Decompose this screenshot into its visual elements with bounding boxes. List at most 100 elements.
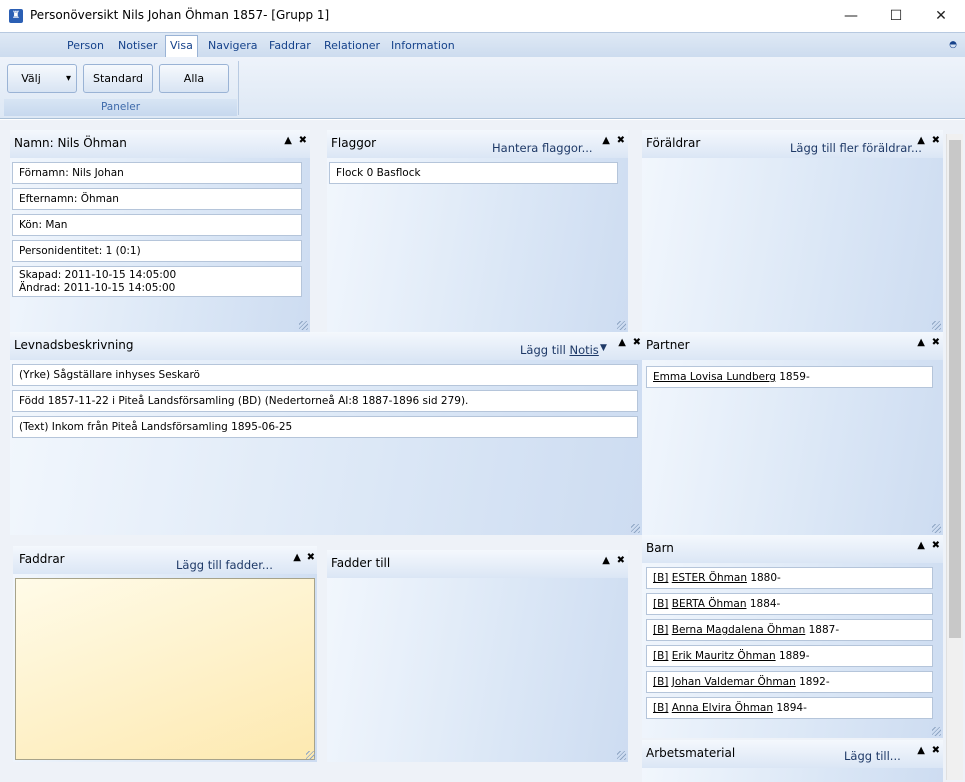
child-tag-link[interactable]: [B] — [653, 676, 668, 688]
child-name-link[interactable]: Anna Elvira Öhman — [672, 702, 773, 714]
resize-grip[interactable] — [932, 524, 941, 533]
resize-grip[interactable] — [932, 321, 941, 330]
tab-visa[interactable]: Visa — [165, 35, 198, 58]
panel-header: Barn ▲ ✖ — [642, 535, 943, 563]
resize-grip[interactable] — [631, 524, 640, 533]
personidentitet-field[interactable]: Personidentitet: 1 (0:1) — [12, 240, 302, 262]
dates-field: Skapad: 2011-10-15 14:05:00 Ändrad: 2011… — [12, 266, 302, 297]
child-item[interactable]: [B] ESTER Öhman 1880- — [646, 567, 933, 589]
resize-grip[interactable] — [932, 727, 941, 736]
standard-button[interactable]: Standard — [83, 64, 153, 93]
resize-grip[interactable] — [617, 751, 626, 760]
panel-header: Partner ▲ ✖ — [642, 332, 943, 360]
fornamn-field[interactable]: Förnamn: Nils Johan — [12, 162, 302, 184]
panel-up-icon[interactable]: ▲ — [293, 552, 301, 563]
tab-person[interactable]: Person — [67, 39, 104, 52]
kon-field[interactable]: Kön: Man — [12, 214, 302, 236]
note-dropdown-icon[interactable]: ▼ — [600, 343, 607, 353]
child-tag-link[interactable]: [B] — [653, 624, 668, 636]
child-year: 1889- — [778, 650, 810, 662]
panel-close-icon[interactable]: ✖ — [617, 135, 625, 146]
panel-close-icon[interactable]: ✖ — [299, 135, 307, 146]
resize-grip[interactable] — [306, 751, 315, 760]
child-name-link[interactable]: BERTA Öhman — [672, 598, 747, 610]
panel-close-icon[interactable]: ✖ — [932, 337, 940, 348]
child-tag-link[interactable]: [B] — [653, 702, 668, 714]
child-tag-link[interactable]: [B] — [653, 598, 668, 610]
partner-name-link[interactable]: Emma Lovisa Lundberg — [653, 371, 776, 383]
tab-navigera[interactable]: Navigera — [208, 39, 258, 52]
efternamn-field[interactable]: Efternamn: Öhman — [12, 188, 302, 210]
alla-button[interactable]: Alla — [159, 64, 229, 93]
panel-up-icon[interactable]: ▲ — [602, 135, 610, 146]
ribbon-tab-bar: Person Notiser Visa Navigera Faddrar Rel… — [0, 32, 965, 58]
child-name-link[interactable]: Berna Magdalena Öhman — [672, 624, 806, 636]
panel-up-icon[interactable]: ▲ — [602, 555, 610, 566]
partner-year: 1859- — [779, 371, 810, 383]
panel-up-icon[interactable]: ▲ — [917, 337, 925, 348]
child-item[interactable]: [B] Anna Elvira Öhman 1894- — [646, 697, 933, 719]
child-tag-link[interactable]: [B] — [653, 572, 668, 584]
panel-title: Faddrar — [19, 552, 65, 566]
panel-up-icon[interactable]: ▲ — [917, 745, 925, 756]
valj-label: Välj — [21, 72, 41, 85]
child-name-link[interactable]: Johan Valdemar Öhman — [672, 676, 796, 688]
child-year: 1894- — [776, 702, 807, 714]
tab-faddrar[interactable]: Faddrar — [269, 39, 311, 52]
sponsor-list[interactable] — [15, 578, 315, 760]
panel-header: Föräldrar Lägg till fler föräldrar... ▲ … — [642, 130, 943, 158]
panel-up-icon[interactable]: ▲ — [284, 135, 292, 146]
scrollbar-thumb[interactable] — [949, 140, 961, 638]
panel-header: Levnadsbeskrivning Lägg till Notis ▼ ▲ ✖ — [10, 332, 642, 360]
close-window-button[interactable]: ✕ — [918, 0, 964, 32]
child-item[interactable]: [B] Johan Valdemar Öhman 1892- — [646, 671, 933, 693]
panel-close-icon[interactable]: ✖ — [617, 555, 625, 566]
add-note-link[interactable]: Lägg till Notis — [520, 343, 599, 357]
event-item[interactable]: (Text) Inkom från Piteå Landsförsamling … — [12, 416, 638, 438]
add-parents-link[interactable]: Lägg till fler föräldrar... — [790, 141, 922, 155]
app-icon: ♜ — [9, 9, 23, 23]
child-item[interactable]: [B] Berna Magdalena Öhman 1887- — [646, 619, 933, 641]
add-material-link[interactable]: Lägg till... — [844, 749, 901, 763]
child-year: 1880- — [750, 572, 781, 584]
ribbon-panel: Välj ▾ Standard Alla Paneler — [0, 57, 965, 119]
panel-close-icon[interactable]: ✖ — [307, 552, 315, 563]
panel-up-icon[interactable]: ▲ — [917, 135, 925, 146]
child-year: 1884- — [749, 598, 781, 610]
panel-flaggor: Flaggor Hantera flaggor... ▲ ✖ Flock 0 B… — [327, 130, 628, 332]
panel-up-icon[interactable]: ▲ — [917, 540, 925, 551]
panel-close-icon[interactable]: ✖ — [932, 540, 940, 551]
resize-grip[interactable] — [617, 321, 626, 330]
resize-grip[interactable] — [299, 321, 308, 330]
panel-close-icon[interactable]: ✖ — [932, 745, 940, 756]
panel-close-icon[interactable]: ✖ — [932, 135, 940, 146]
ribbon-separator — [238, 61, 239, 115]
hantera-flaggor-link[interactable]: Hantera flaggor... — [492, 141, 593, 155]
panel-title: Partner — [646, 338, 690, 352]
minimize-button[interactable]: — — [828, 0, 874, 32]
panel-up-icon[interactable]: ▲ — [618, 337, 626, 348]
ribbon-collapse-icon[interactable]: ◓ — [949, 40, 957, 50]
child-item[interactable]: [B] BERTA Öhman 1884- — [646, 593, 933, 615]
title-bar: ♜ Personöversikt Nils Johan Öhman 1857- … — [0, 0, 965, 32]
add-sponsor-link[interactable]: Lägg till fadder... — [176, 558, 273, 572]
panel-header: Arbetsmaterial Lägg till... ▲ ✖ — [642, 740, 943, 768]
tab-relationer[interactable]: Relationer — [324, 39, 380, 52]
panel-close-icon[interactable]: ✖ — [633, 337, 641, 348]
event-item[interactable]: Född 1857-11-22 i Piteå Landsförsamling … — [12, 390, 638, 412]
valj-dropdown-button[interactable]: Välj ▾ — [7, 64, 77, 93]
panel-faddrar: Faddrar Lägg till fadder... ▲ ✖ — [13, 546, 317, 762]
child-item[interactable]: [B] Erik Mauritz Öhman 1889- — [646, 645, 933, 667]
tab-notiser[interactable]: Notiser — [118, 39, 157, 52]
maximize-button[interactable]: ☐ — [873, 0, 919, 32]
tab-information[interactable]: Information — [391, 39, 455, 52]
child-name-link[interactable]: ESTER Öhman — [672, 572, 747, 584]
flag-item[interactable]: Flock 0 Basflock — [329, 162, 618, 184]
panel-barn: Barn ▲ ✖ [B] ESTER Öhman 1880- [B] BERTA … — [642, 535, 943, 738]
panel-title: Flaggor — [331, 136, 377, 150]
child-tag-link[interactable]: [B] — [653, 650, 668, 662]
child-name-link[interactable]: Erik Mauritz Öhman — [672, 650, 776, 662]
event-item[interactable]: (Yrke) Sågställare inhyses Seskarö — [12, 364, 638, 386]
panel-header: Fadder till ▲ ✖ — [327, 550, 628, 578]
partner-item[interactable]: Emma Lovisa Lundberg 1859- — [646, 366, 933, 388]
